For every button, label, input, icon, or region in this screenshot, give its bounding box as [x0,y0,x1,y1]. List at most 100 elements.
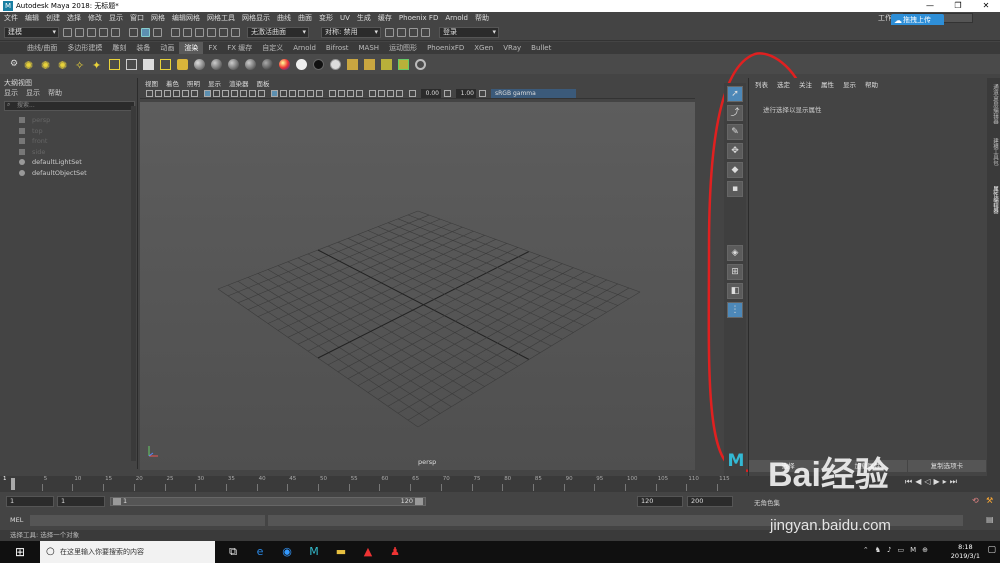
shelf-tab[interactable]: FX [203,42,222,54]
motion-blur-icon[interactable] [338,89,345,97]
panel-menu-item[interactable]: 视图 [145,78,158,88]
network-icon[interactable]: ▭ [897,546,904,554]
edge-browser-icon[interactable]: e [249,541,271,563]
shelf-settings-icon[interactable]: ⚙ [10,59,18,70]
minimize-icon[interactable]: — [916,0,944,12]
undo-icon[interactable] [99,28,108,37]
mel-label[interactable]: MEL [10,516,23,524]
xray-components-icon[interactable] [396,89,403,97]
menu-item[interactable]: Phoenix FD [399,14,438,22]
xray-icon[interactable] [378,89,385,97]
render-settings-icon[interactable] [160,58,171,70]
target-icon[interactable] [415,58,426,70]
menu-item[interactable]: Arnold [445,14,468,22]
clock[interactable]: 8:18 2019/3/1 [951,543,980,561]
shelf-tab[interactable]: 自定义 [257,42,288,54]
hypershade-icon[interactable] [421,28,430,37]
shelf-tab[interactable]: FX 缓存 [222,42,257,54]
new-scene-icon[interactable] [63,28,72,37]
shelf-tab[interactable]: 动画 [155,42,179,54]
ambient-light-icon[interactable] [109,58,120,70]
menu-item[interactable]: 修改 [88,13,102,23]
menu-item[interactable]: 曲线 [277,13,291,23]
select-tool-icon[interactable]: ➚ [727,86,743,102]
outliner-item-top[interactable]: top [0,126,137,137]
ipr-render-icon[interactable] [397,28,406,37]
depth-of-field-icon[interactable] [356,89,363,97]
attr-menu-item[interactable]: 属性 [821,79,834,89]
bookmark-icon[interactable] [164,89,171,97]
xray-joints-icon[interactable] [387,89,394,97]
open-scene-icon[interactable] [75,28,84,37]
menu-item[interactable]: UV [340,14,350,22]
snap-surface-icon[interactable] [219,28,228,37]
maya-taskbar-icon[interactable]: M [303,541,325,563]
attr-menu-item[interactable]: 显示 [843,79,856,89]
attr-menu-item[interactable]: 帮助 [865,79,878,89]
attr-menu-item[interactable]: 选定 [777,79,790,89]
login-dropdown[interactable]: 登录 [439,27,499,38]
selected-shelf-icon[interactable] [398,58,409,70]
chat-app-icon[interactable]: ♟ [384,541,406,563]
snap-view-icon[interactable] [207,28,216,37]
camera-icon[interactable] [126,58,137,70]
shelf-tab[interactable]: VRay [498,42,526,54]
volume-light-icon[interactable]: ✦ [92,59,103,72]
outliner-item-front[interactable]: front [0,136,137,147]
outliner-menu-item[interactable]: 帮助 [48,88,62,99]
symmetry-dropdown[interactable]: 对称: 禁用 [321,27,381,38]
snap-point-icon[interactable] [195,28,204,37]
file-explorer-icon[interactable]: ▬ [330,541,352,563]
resolution-gate-icon[interactable] [222,89,229,97]
shelf-tab[interactable]: PhoenixFD [422,42,469,54]
menu-item[interactable]: 网格工具 [207,13,235,23]
white-sphere-icon[interactable] [296,58,307,70]
panel-menu-item[interactable]: 面板 [257,78,270,88]
antialiasing-icon[interactable] [347,89,354,97]
windows-start-icon[interactable]: ⊞ [0,541,40,563]
redo-icon[interactable] [111,28,120,37]
save-scene-icon[interactable] [87,28,96,37]
menu-item[interactable]: 网格 [151,13,165,23]
aistandard-sphere-icon[interactable] [245,58,256,70]
textured-icon[interactable] [298,89,305,97]
blinn-sphere-icon[interactable] [194,58,205,70]
menu-item[interactable]: 曲面 [298,13,312,23]
image-plane-icon[interactable] [173,89,180,97]
area-light-icon[interactable]: ✧ [75,59,86,72]
shelf-tab[interactable]: Bullet [526,42,556,54]
move-tool-icon[interactable]: ✥ [727,143,743,159]
bake-icon[interactable] [347,58,358,70]
use-lights-icon[interactable] [307,89,314,97]
surface-shader-icon[interactable] [262,58,273,70]
outliner-menu-item[interactable]: 显示 [26,88,40,99]
taskbar-search-input[interactable]: 在这里输入你要搜索的内容 [40,541,215,563]
snap-curve-icon[interactable] [183,28,192,37]
shelf-tab[interactable]: MASH [354,42,385,54]
outliner-item-defaultlightset[interactable]: defaultLightSet [0,157,137,168]
texture-icon[interactable] [364,58,375,70]
viewport-3d[interactable] [140,102,695,470]
animation-end-field[interactable]: 200 [687,496,733,507]
color-management-icon[interactable] [479,89,486,97]
outliner-search-input[interactable]: 搜索... [4,101,135,111]
light-icon[interactable]: ✺ [24,59,35,72]
uv-icon[interactable] [381,58,392,70]
live-surface-field[interactable]: 无激活曲面 [247,27,309,38]
start-time-field[interactable]: 1 [6,496,54,507]
phong-sphere-icon[interactable] [228,58,239,70]
range-slider[interactable]: 1 120 [110,497,426,506]
attribute-editor-tab[interactable]: 属性编辑器 [988,186,999,214]
current-time-marker[interactable] [11,478,15,490]
range-end-handle[interactable] [415,498,423,505]
menu-item[interactable]: 帮助 [475,13,489,23]
browser-icon[interactable]: ◉ [276,541,298,563]
wireframe-on-shaded-icon[interactable] [289,89,296,97]
channel-box-tab[interactable]: 通道盒/层编辑器 [988,84,999,124]
menu-item[interactable]: 文件 [4,13,18,23]
menu-item[interactable]: 显示 [109,13,123,23]
color-space-dropdown[interactable]: sRGB gamma [491,88,576,98]
outliner-item-persp[interactable]: persp [0,115,137,126]
shelf-tab[interactable]: 多边形建模 [62,42,107,54]
mel-input[interactable] [30,515,265,526]
